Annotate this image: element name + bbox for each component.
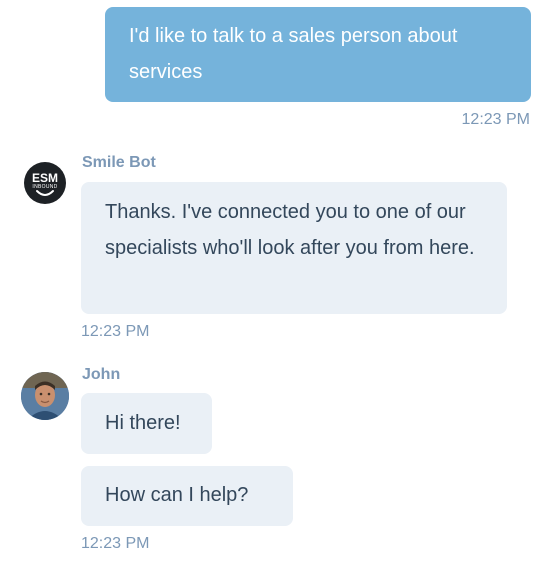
esm-logo-icon: ESM INBOUND <box>32 171 58 196</box>
john-message-timestamp: 12:23 PM <box>81 535 150 552</box>
bot-message-bubble: Thanks. I've connected you to one of our… <box>81 182 507 314</box>
person-photo-icon <box>21 372 69 420</box>
bot-avatar-logo-subtext: INBOUND <box>32 184 57 190</box>
john-sender-name: John <box>82 366 121 383</box>
bot-avatar: ESM INBOUND <box>24 162 66 204</box>
john-message-bubble: How can I help? <box>81 466 293 526</box>
john-message-bubble: Hi there! <box>81 393 212 454</box>
bot-message-timestamp: 12:23 PM <box>81 323 150 340</box>
outgoing-message-timestamp: 12:23 PM <box>461 111 530 128</box>
bot-sender-name: Smile Bot <box>82 154 156 171</box>
bot-message-text: Thanks. I've connected you to one of our… <box>105 201 475 259</box>
smile-icon <box>36 190 54 196</box>
bot-avatar-logo-text: ESM <box>32 171 58 185</box>
outgoing-message-text: I'd like to talk to a sales person about… <box>129 25 458 83</box>
john-message-text: How can I help? <box>105 484 249 506</box>
john-message-text: Hi there! <box>105 412 181 434</box>
john-avatar <box>21 372 69 420</box>
outgoing-message-bubble: I'd like to talk to a sales person about… <box>105 7 531 102</box>
